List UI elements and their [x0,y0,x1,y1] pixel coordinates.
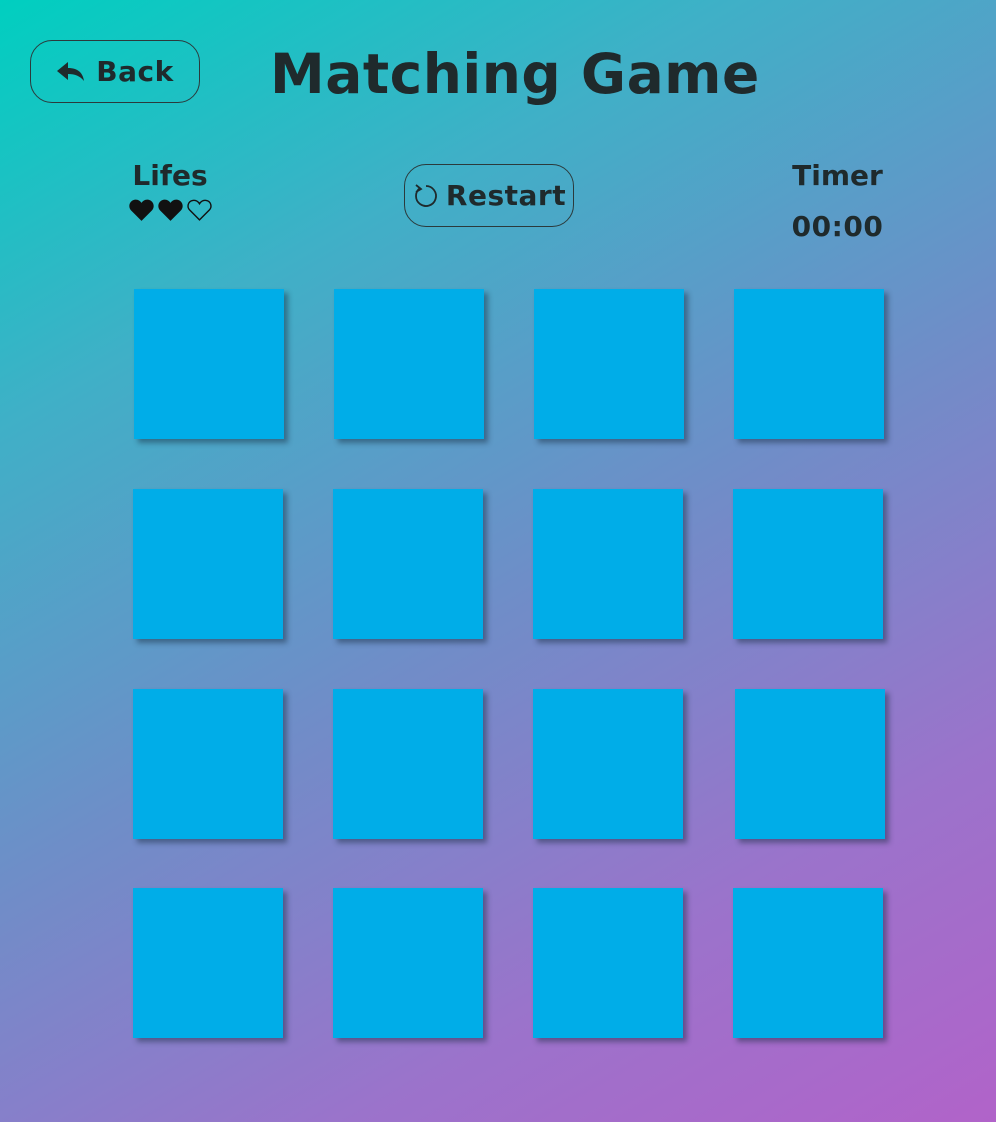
card-r2-c1[interactable] [133,489,283,639]
card-r2-c2[interactable] [333,489,483,639]
card-r3-c3[interactable] [533,689,683,839]
card-r1-c1[interactable] [134,289,284,439]
card-r1-c3[interactable] [534,289,684,439]
card-r1-c4[interactable] [734,289,884,439]
page-title: Matching Game [270,42,760,106]
timer-panel: Timer 00:00 [775,158,900,245]
card-r3-c1[interactable] [133,689,283,839]
restart-button-label: Restart [445,179,567,212]
card-r4-c4[interactable] [733,888,883,1038]
back-button-label: Back [96,55,174,88]
timer-value: 00:00 [791,210,884,243]
refresh-icon [412,182,440,210]
card-r2-c3[interactable] [533,489,683,639]
card-r2-c4[interactable] [733,489,883,639]
card-r3-c4[interactable] [735,689,885,839]
heart-outline-icon [186,199,212,221]
heart-filled-icon [157,199,183,221]
heart-filled-icon [128,199,154,221]
card-r4-c3[interactable] [533,888,683,1038]
reply-arrow-icon [56,60,86,84]
lifes-panel: Lifes [115,158,225,222]
card-r4-c1[interactable] [133,888,283,1038]
back-button[interactable]: Back [30,40,200,103]
card-r4-c2[interactable] [333,888,483,1038]
timer-label: Timer [792,159,883,192]
card-r3-c2[interactable] [333,689,483,839]
restart-button[interactable]: Restart [404,164,574,227]
lifes-label: Lifes [132,159,208,192]
lives-hearts [115,198,225,222]
card-r1-c2[interactable] [334,289,484,439]
